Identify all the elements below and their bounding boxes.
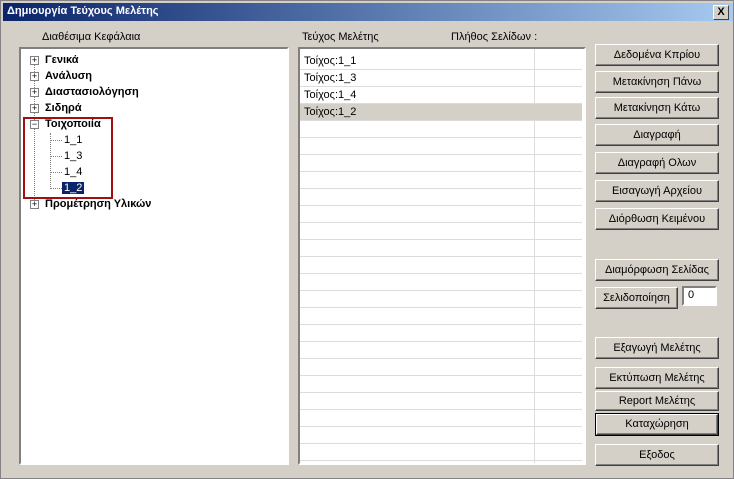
table-row-empty (300, 427, 582, 444)
table-row-empty (300, 172, 582, 189)
pagination-button[interactable]: Σελιδοποίηση (595, 287, 678, 309)
table-row-empty (300, 155, 582, 172)
delete-button[interactable]: Διαγραφή (595, 124, 719, 146)
title-bar[interactable]: Δημιουργία Τεύχους Μελέτης X (3, 3, 733, 21)
table-row-empty (300, 308, 582, 325)
row-label: Τοίχος:1_4 (304, 89, 357, 101)
dialog-window: Δημιουργία Τεύχους Μελέτης X Διαθέσιμα Κ… (0, 0, 734, 479)
print-study-button[interactable]: Εκτύπωση Μελέτης (595, 367, 719, 389)
table-row-empty (300, 189, 582, 206)
report-study-button[interactable]: Report Μελέτης (595, 391, 719, 411)
window-title: Δημιουργία Τεύχους Μελέτης (7, 5, 159, 17)
import-file-button[interactable]: Εισαγωγή Αρχείου (595, 180, 719, 202)
study-volume-grid[interactable]: Τοίχος:1_1 Τοίχος:1_3 Τοίχος:1_4 Τοίχος:… (298, 47, 586, 465)
expand-icon[interactable]: + (30, 200, 39, 209)
tree-item-prometrisi-ylikon[interactable]: Προμέτρηση Υλικών (45, 198, 151, 210)
table-row[interactable]: Τοίχος:1_4 (300, 87, 582, 104)
table-row-empty (300, 410, 582, 427)
delete-all-button[interactable]: Διαγραφή Ολων (595, 152, 719, 174)
tree-item-sidira[interactable]: Σιδηρά (45, 102, 82, 114)
table-row-empty (300, 359, 582, 376)
table-row-empty (300, 444, 582, 461)
highlight-box (23, 117, 113, 199)
move-up-button[interactable]: Μετακίνηση Πάνω (595, 71, 719, 93)
expand-icon[interactable]: + (30, 72, 39, 81)
table-row[interactable]: Τοίχος:1_1 (300, 53, 582, 70)
table-row-selected[interactable]: Τοίχος:1_2 (300, 104, 582, 121)
table-row-empty (300, 342, 582, 359)
table-row-empty (300, 291, 582, 308)
page-setup-button[interactable]: Διαμόρφωση Σελίδας (595, 259, 719, 281)
table-row-empty (300, 206, 582, 223)
page-count-header: Πλήθος Σελίδων : (451, 31, 538, 43)
table-row-empty (300, 376, 582, 393)
table-row-empty (300, 274, 582, 291)
row-label: Τοίχος:1_1 (304, 55, 357, 67)
tree-item-diastasiologisi[interactable]: Διαστασιολόγηση (45, 86, 139, 98)
available-chapters-label: Διαθέσιμα Κεφάλαια (42, 31, 141, 43)
row-label: Τοίχος:1_2 (304, 106, 357, 118)
expand-icon[interactable]: + (30, 104, 39, 113)
exit-button[interactable]: Εξοδος (595, 444, 719, 466)
table-row-empty (300, 393, 582, 410)
export-study-button[interactable]: Εξαγωγή Μελέτης (595, 337, 719, 359)
close-button[interactable]: X (713, 5, 729, 20)
expand-icon[interactable]: + (30, 88, 39, 97)
table-row-empty (300, 138, 582, 155)
register-button[interactable]: Καταχώρηση (595, 413, 719, 436)
pagination-input[interactable]: 0 (682, 286, 717, 306)
table-row-empty (300, 223, 582, 240)
study-volume-header: Τεύχος Μελέτης (302, 31, 379, 43)
table-row-empty (300, 240, 582, 257)
cover-data-button[interactable]: Δεδομένα Κπρίου (595, 44, 719, 66)
move-down-button[interactable]: Μετακίνηση Κάτω (595, 97, 719, 119)
edit-text-button[interactable]: Διόρθωση Κειμένου (595, 208, 719, 230)
expand-icon[interactable]: + (30, 56, 39, 65)
table-row-empty (300, 257, 582, 274)
chapters-tree[interactable]: + Γενικά + Ανάλυση + Διαστασιολόγηση + Σ… (19, 47, 289, 465)
tree-item-genika[interactable]: Γενικά (45, 54, 79, 66)
tree-item-analysi[interactable]: Ανάλυση (45, 70, 92, 82)
row-label: Τοίχος:1_3 (304, 72, 357, 84)
table-row-empty (300, 121, 582, 138)
table-row[interactable]: Τοίχος:1_3 (300, 70, 582, 87)
table-row-empty (300, 325, 582, 342)
